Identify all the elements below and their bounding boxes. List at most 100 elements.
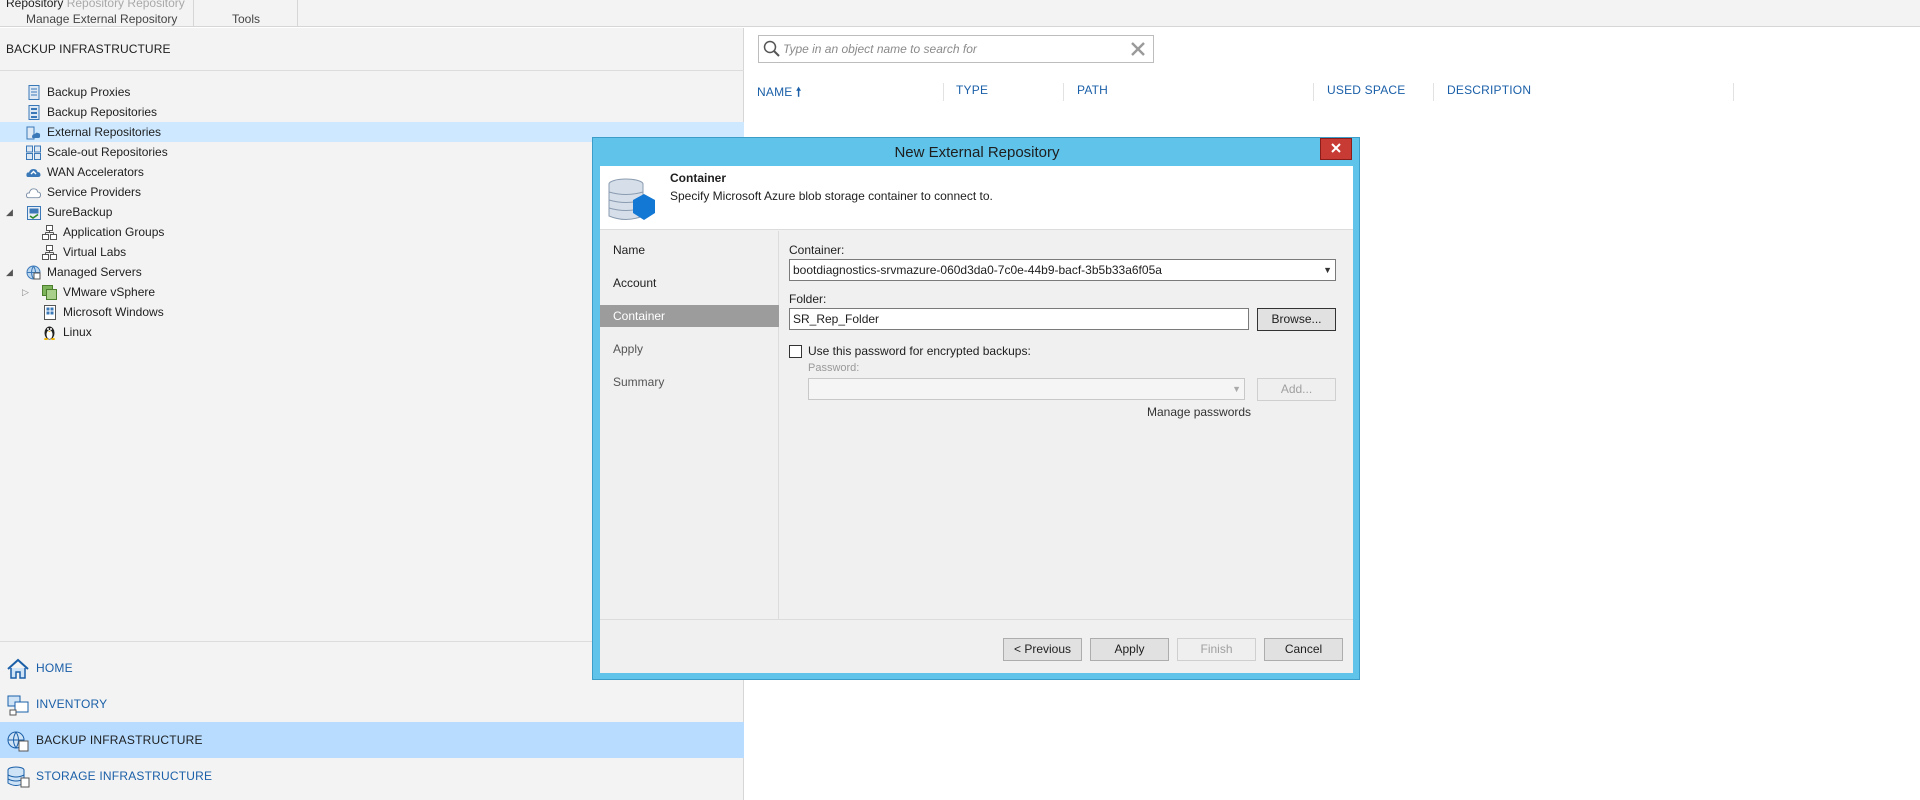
tree-item-backup-repositories[interactable]: Backup Repositories [0, 102, 744, 122]
tree-item-backup-proxies[interactable]: Backup Proxies [0, 82, 744, 102]
wizard-steps: Name Account Container Apply Summary [600, 231, 779, 619]
wizard-step-summary[interactable]: Summary [600, 371, 779, 393]
previous-button[interactable]: < Previous [1003, 638, 1082, 661]
chevron-down-icon: ▼ [1232, 384, 1241, 394]
scale-out-repository-icon [26, 145, 41, 160]
pane-title: BACKUP INFRASTRUCTURE [6, 42, 171, 56]
column-separator[interactable] [1433, 83, 1434, 101]
nav-label: BACKUP INFRASTRUCTURE [36, 733, 203, 747]
tree-item-label: Managed Servers [47, 265, 142, 279]
nav-label: INVENTORY [36, 697, 108, 711]
ribbon-button-row: Repository Repository Repository [6, 0, 185, 10]
nav-storage-infrastructure[interactable]: STORAGE INFRASTRUCTURE [0, 758, 744, 794]
column-separator[interactable] [943, 83, 944, 101]
nav-backup-infrastructure[interactable]: BACKUP INFRASTRUCTURE [0, 722, 744, 758]
apply-button[interactable]: Apply [1090, 638, 1169, 661]
dialog-title: New External Repository [894, 144, 1060, 161]
globe-server-icon [26, 265, 41, 280]
column-separator[interactable] [1063, 83, 1064, 101]
wizard-header: Container Specify Microsoft Azure blob s… [600, 166, 1353, 230]
expand-arrow-icon[interactable]: ◢ [6, 202, 16, 222]
ribbon-separator [297, 0, 298, 27]
password-label: Password: [808, 362, 860, 374]
ribbon-repository-button-2[interactable]: Repository [67, 0, 124, 10]
ribbon-group-manage-external-repository: Manage External Repository [26, 12, 178, 26]
chevron-down-icon: ▼ [1323, 265, 1332, 275]
tree-item-label: Linux [63, 325, 92, 339]
container-label: Container: [789, 243, 845, 257]
backup-repository-icon [26, 105, 41, 120]
ribbon-separator [193, 0, 194, 27]
surebackup-icon [26, 205, 41, 220]
sort-ascending-icon: 🠕 [796, 85, 802, 99]
tree-item-label: SureBackup [47, 205, 113, 219]
tree-item-label: Backup Proxies [47, 85, 131, 99]
vsphere-icon [42, 285, 57, 300]
use-password-checkbox[interactable] [789, 345, 802, 358]
folder-label: Folder: [789, 292, 827, 306]
tree-item-label: Microsoft Windows [63, 305, 164, 319]
expand-arrow-icon[interactable]: ◢ [6, 262, 16, 282]
cancel-button[interactable]: Cancel [1264, 638, 1343, 661]
wizard-step-account[interactable]: Account [600, 272, 779, 294]
ribbon-group-tools: Tools [232, 12, 261, 26]
nav-label: HOME [36, 661, 73, 675]
azure-container-icon [606, 176, 660, 226]
wizard-content: Container: bootdiagnostics-srvmazure-060… [780, 231, 1353, 619]
column-separator[interactable] [1733, 83, 1734, 101]
wizard-step-title: Container [670, 171, 727, 185]
folder-field[interactable]: SR_Rep_Folder [789, 308, 1249, 330]
nav-label: STORAGE INFRASTRUCTURE [36, 769, 213, 783]
password-dropdown[interactable]: ▼ [808, 378, 1245, 400]
container-dropdown[interactable]: bootdiagnostics-srvmazure-060d3da0-7c0e-… [789, 259, 1336, 281]
column-header-description[interactable]: DESCRIPTION [1447, 83, 1531, 97]
divider [600, 619, 1353, 620]
column-header-used-space[interactable]: USED SPACE [1327, 83, 1405, 97]
container-value: bootdiagnostics-srvmazure-060d3da0-7c0e-… [793, 263, 1162, 277]
ribbon-repository-button[interactable]: Repository [6, 0, 63, 10]
close-button[interactable] [1320, 138, 1352, 160]
application-group-icon [42, 225, 57, 240]
backup-proxy-icon [26, 85, 41, 100]
collapse-arrow-icon[interactable]: ▷ [22, 282, 32, 302]
dialog-body: Container Specify Microsoft Azure blob s… [600, 166, 1353, 673]
nav-inventory[interactable]: INVENTORY [0, 686, 744, 722]
column-headers: NAME 🠕 TYPE PATH USED SPACE DESCRIPTION [745, 83, 1745, 103]
virtual-lab-icon [42, 245, 57, 260]
wizard-step-description: Specify Microsoft Azure blob storage con… [670, 189, 993, 203]
cloud-provider-icon [26, 185, 41, 200]
tree-item-label: VMware vSphere [63, 285, 156, 299]
ribbon: Repository Repository Repository Manage … [0, 0, 1920, 27]
column-header-path[interactable]: PATH [1077, 83, 1108, 97]
backup-infrastructure-icon [6, 730, 30, 752]
search-input[interactable] [783, 39, 1113, 59]
wizard-step-container[interactable]: Container [600, 305, 779, 327]
tree-item-label: WAN Accelerators [47, 165, 144, 179]
column-header-type[interactable]: TYPE [956, 83, 988, 97]
column-header-name[interactable]: NAME 🠕 [757, 83, 801, 104]
finish-button[interactable]: Finish [1177, 638, 1256, 661]
add-password-button[interactable]: Add... [1257, 378, 1336, 401]
linux-penguin-icon [42, 325, 57, 340]
wizard-step-apply[interactable]: Apply [600, 338, 779, 360]
clear-search-icon[interactable] [1129, 40, 1147, 61]
search-icon[interactable] [763, 40, 781, 61]
windows-server-icon [42, 305, 57, 320]
new-external-repository-dialog: New External Repository Container Specif… [592, 137, 1360, 680]
tree-item-label: Virtual Labs [63, 245, 127, 259]
column-separator[interactable] [1313, 83, 1314, 101]
manage-passwords-link[interactable]: Manage passwords [1147, 405, 1251, 419]
search-box [758, 35, 1154, 63]
divider [0, 70, 744, 71]
tree-item-label: Service Providers [47, 185, 142, 199]
browse-button[interactable]: Browse... [1257, 308, 1336, 331]
wizard-step-name[interactable]: Name [600, 239, 779, 261]
tree-item-label: Scale-out Repositories [47, 145, 168, 159]
storage-infrastructure-icon [6, 766, 30, 788]
tree-item-label: Application Groups [63, 225, 165, 239]
wan-accelerator-icon [26, 165, 41, 180]
home-icon [6, 658, 30, 680]
tree-item-label: Backup Repositories [47, 105, 158, 119]
cloud-repository-icon [26, 125, 41, 140]
ribbon-repository-button-3[interactable]: Repository [127, 0, 184, 10]
